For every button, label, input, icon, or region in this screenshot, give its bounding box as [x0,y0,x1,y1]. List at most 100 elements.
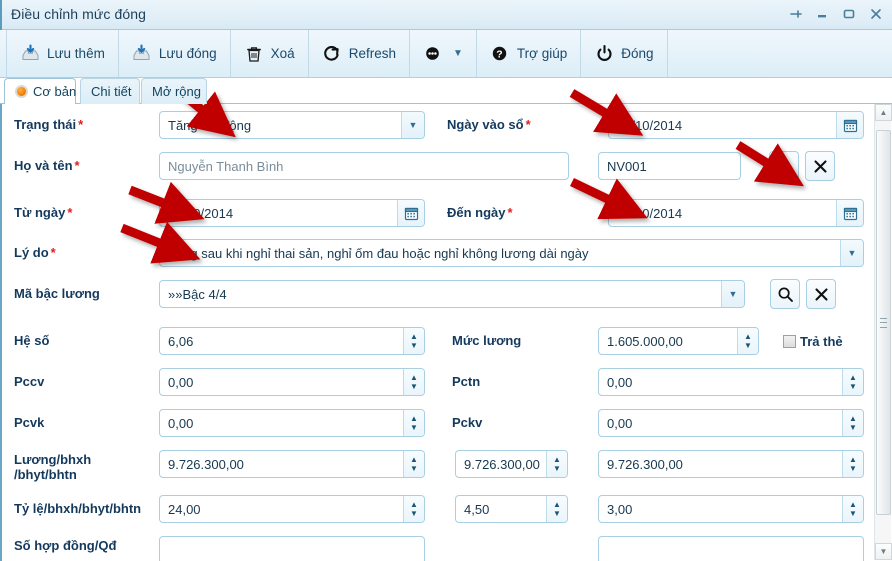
input-pckv[interactable]: 0,00 ▲ ▼ [598,409,864,437]
input-ty-le-1[interactable]: 24,00 ▲ ▼ [159,495,425,523]
delete-button[interactable]: Xoá [231,30,309,77]
spinner-up-icon[interactable]: ▲ [553,500,561,508]
trang-thai-chevron-down-icon[interactable]: ▼ [401,112,424,138]
spinner-down-icon[interactable]: ▼ [849,464,857,472]
input-ma-bac-luong[interactable]: »»Bậc 4/4 ▼ [159,280,745,308]
pccv-spinner[interactable]: ▲ ▼ [403,369,424,395]
luong-bhxh-3-spinner[interactable]: ▲ ▼ [842,451,863,477]
close-button[interactable]: Đóng [581,30,668,77]
spinner-up-icon[interactable]: ▲ [410,373,418,381]
vertical-scrollbar[interactable]: ▲ ▼ [874,104,892,560]
spinner-up-icon[interactable]: ▲ [849,500,857,508]
ty-le-2-spinner[interactable]: ▲ ▼ [546,496,567,522]
input-ma-nhan-vien[interactable]: NV001 [598,152,741,180]
scroll-down-arrow-icon[interactable]: ▼ [875,543,892,560]
ty-le-1-spinner[interactable]: ▲ ▼ [403,496,424,522]
tra-the-checkbox-icon[interactable] [783,335,796,348]
toolbar-filler [668,30,892,77]
muc-luong-spinner[interactable]: ▲ ▼ [737,328,758,354]
spinner-down-icon[interactable]: ▼ [410,464,418,472]
input-luong-bhxh-2[interactable]: 9.726.300,00 ▲ ▼ [455,450,568,478]
tab-chi-tiet[interactable]: Chi tiết [80,78,140,104]
spinner-down-icon[interactable]: ▼ [410,509,418,517]
save-close-label: Lưu đóng [158,46,217,61]
search-bac-luong-button[interactable] [770,279,800,309]
spinner-up-icon[interactable]: ▲ [410,455,418,463]
spinner-up-icon[interactable]: ▲ [553,455,561,463]
pctn-spinner[interactable]: ▲ ▼ [842,369,863,395]
input-ly-do[interactable]: Tăng sau khi nghỉ thai sản, nghỉ ốm đau … [159,239,864,267]
spinner-up-icon[interactable]: ▲ [849,373,857,381]
spinner-down-icon[interactable]: ▼ [553,509,561,517]
delete-label: Xoá [270,46,295,61]
input-so-hop-dong-2[interactable] [598,536,864,561]
scroll-up-arrow-icon[interactable]: ▲ [875,104,892,121]
refresh-button[interactable]: Refresh [309,30,410,77]
clear-bac-luong-button[interactable] [806,279,836,309]
ty-le-value-2: 4,50 [464,501,490,517]
input-luong-bhxh-3[interactable]: 9.726.300,00 ▲ ▼ [598,450,864,478]
tab-co-ban[interactable]: Cơ bản [4,78,76,104]
maximize-icon[interactable] [841,6,857,22]
active-tab-dot-icon [15,85,28,98]
spinner-down-icon[interactable]: ▼ [849,382,857,390]
spinner-up-icon[interactable]: ▲ [410,500,418,508]
input-pccv[interactable]: 0,00 ▲ ▼ [159,368,425,396]
ngay-vao-so-calendar-icon[interactable] [836,112,863,138]
spinner-down-icon[interactable]: ▼ [410,341,418,349]
clear-x-icon [814,287,828,301]
input-so-hop-dong[interactable] [159,536,425,561]
luong-bhxh-2-spinner[interactable]: ▲ ▼ [546,451,567,477]
input-den-ngay[interactable]: 22/10/2014 [608,199,864,227]
input-ty-le-2[interactable]: 4,50 ▲ ▼ [455,495,568,523]
pcvk-spinner[interactable]: ▲ ▼ [403,410,424,436]
spinner-down-icon[interactable]: ▼ [744,341,752,349]
spinner-up-icon[interactable]: ▲ [744,332,752,340]
luong-bhxh-1-spinner[interactable]: ▲ ▼ [403,451,424,477]
search-employee-button[interactable] [769,151,799,181]
input-luong-bhxh-1[interactable]: 9.726.300,00 ▲ ▼ [159,450,425,478]
input-ho-va-ten[interactable]: Nguyễn Thanh Bình [159,152,569,180]
save-close-button[interactable]: Lưu đóng [119,30,231,77]
he-so-spinner[interactable]: ▲ ▼ [403,328,424,354]
spinner-down-icon[interactable]: ▼ [410,382,418,390]
save-add-button[interactable]: Lưu thêm [6,30,119,77]
input-pctn[interactable]: 0,00 ▲ ▼ [598,368,864,396]
spinner-down-icon[interactable]: ▼ [553,464,561,472]
help-button[interactable]: ? Trợ giúp [477,30,582,77]
spinner-up-icon[interactable]: ▲ [849,414,857,422]
ly-do-chevron-down-icon[interactable]: ▼ [840,240,863,266]
tab-mo-rong-label: Mở rộng [152,84,201,99]
spinner-down-icon[interactable]: ▼ [849,423,857,431]
checkbox-tra-the[interactable]: Trả thẻ [783,334,843,349]
input-tu-ngay[interactable]: 15/10/2014 [159,199,425,227]
ma-bac-luong-chevron-down-icon[interactable]: ▼ [721,281,744,307]
spinner-up-icon[interactable]: ▲ [849,455,857,463]
spinner-down-icon[interactable]: ▼ [849,509,857,517]
more-options-button[interactable]: ▼ [410,30,477,77]
help-label: Trợ giúp [516,46,568,61]
input-pcvk[interactable]: 0,00 ▲ ▼ [159,409,425,437]
label-pccv: Pccv [14,374,45,389]
input-trang-thai[interactable]: Tăng lao động ▼ [159,111,425,139]
spinner-up-icon[interactable]: ▲ [410,414,418,422]
pckv-spinner[interactable]: ▲ ▼ [842,410,863,436]
input-muc-luong[interactable]: 1.605.000,00 ▲ ▼ [598,327,759,355]
den-ngay-calendar-icon[interactable] [836,200,863,226]
scroll-thumb[interactable] [876,130,891,515]
input-ty-le-3[interactable]: 3,00 ▲ ▼ [598,495,864,523]
ty-le-3-spinner[interactable]: ▲ ▼ [842,496,863,522]
minimize-icon[interactable] [814,6,830,22]
ly-do-value: Tăng sau khi nghỉ thai sản, nghỉ ốm đau … [168,245,589,261]
tab-strip: Cơ bản Chi tiết Mở rộng [0,78,892,104]
tu-ngay-calendar-icon[interactable] [397,200,424,226]
spinner-down-icon[interactable]: ▼ [410,423,418,431]
pin-icon[interactable] [787,6,803,22]
tab-mo-rong[interactable]: Mở rộng [141,78,207,104]
clear-employee-button[interactable] [805,151,835,181]
input-he-so[interactable]: 6,06 ▲ ▼ [159,327,425,355]
spinner-up-icon[interactable]: ▲ [410,332,418,340]
close-icon[interactable] [868,6,884,22]
input-ngay-vao-so[interactable]: 15/10/2014 [608,111,864,139]
save-close-icon [132,44,152,64]
